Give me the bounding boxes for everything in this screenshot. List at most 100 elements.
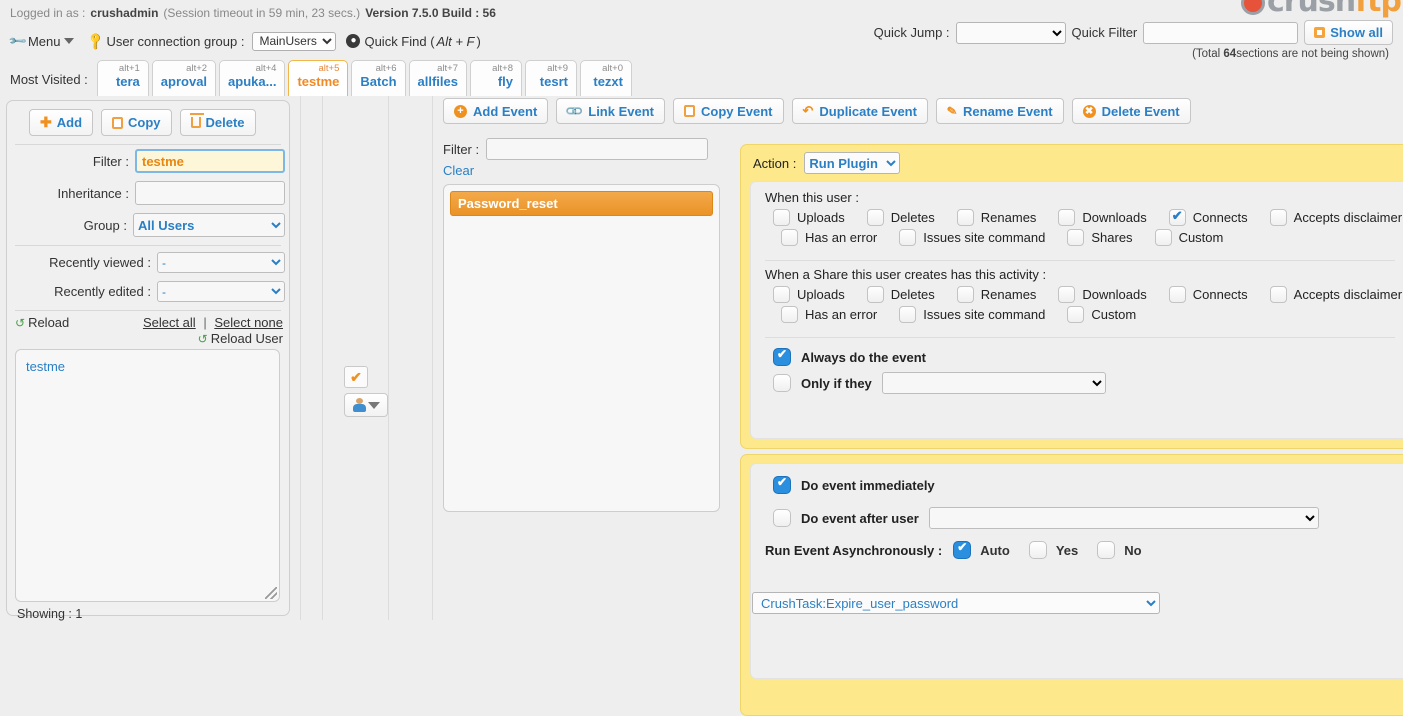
checkbox-box[interactable] (1154, 229, 1172, 246)
do-event-immediately-radio[interactable] (773, 475, 791, 494)
checkbox-issues-site-command[interactable]: Issues site command (899, 229, 1045, 246)
delete-event-button[interactable]: ✖ Delete Event (1071, 98, 1191, 124)
share-checkbox-deletes[interactable]: Deletes (866, 286, 935, 303)
list-item[interactable]: Password_reset (450, 191, 713, 216)
share-checkbox-connects[interactable]: Connects (1168, 286, 1248, 303)
checkbox-box[interactable] (866, 286, 884, 303)
checkbox-downloads[interactable]: Downloads (1058, 209, 1147, 226)
event-filter-input[interactable] (486, 138, 709, 160)
checkbox-shares[interactable]: Shares (1067, 229, 1133, 246)
share-checkbox-accepts-disclaimer[interactable]: Accepts disclaimer (1269, 286, 1402, 303)
checkbox-box[interactable] (899, 306, 917, 323)
crush-task-select[interactable]: CrushTask:Expire_user_password (752, 592, 1160, 614)
quick-find-close-paren: ) (476, 33, 481, 49)
event-list[interactable]: Password_reset (443, 184, 720, 512)
tab-batch[interactable]: alt+6 Batch (351, 60, 406, 96)
select-checkbox-button[interactable]: ✔ (344, 366, 368, 388)
quick-find[interactable]: ● Quick Find ( Alt + F ) (346, 33, 481, 49)
select-all-link[interactable]: Select all (143, 315, 196, 330)
do-event-after-user-radio[interactable] (773, 509, 791, 527)
user-list[interactable]: testme (15, 349, 280, 602)
recently-viewed-select[interactable]: - (157, 252, 285, 273)
rename-event-button[interactable]: ✎ Rename Event (935, 98, 1064, 124)
user-dropdown-button[interactable] (344, 393, 388, 417)
async-no-radio[interactable] (1097, 541, 1116, 559)
select-none-link[interactable]: Select none (214, 315, 283, 330)
recently-edited-select[interactable]: - (157, 281, 285, 302)
only-if-they-radio[interactable] (773, 374, 791, 392)
checkbox-box[interactable] (1058, 209, 1076, 226)
checkbox-box[interactable] (1067, 229, 1085, 246)
delete-button[interactable]: Delete (179, 109, 256, 136)
share-checkbox-has-error[interactable]: Has an error (781, 306, 877, 323)
tab-label: tezxt (593, 74, 623, 89)
checkbox-box[interactable] (956, 209, 974, 226)
checkbox-box[interactable] (866, 209, 884, 226)
quick-filter-input[interactable] (1143, 21, 1299, 44)
checkbox-box[interactable] (773, 209, 790, 226)
tab-testme[interactable]: alt+5 testme (288, 60, 349, 96)
action-select[interactable]: Run Plugin (804, 152, 901, 174)
reload-button[interactable]: ↺ Reload (15, 315, 69, 330)
checkbox-box[interactable] (781, 306, 798, 323)
checkbox-box[interactable] (1269, 286, 1287, 303)
group-select[interactable]: All Users (133, 213, 285, 237)
checkbox-custom[interactable]: Custom (1154, 229, 1223, 246)
link-event-button[interactable]: 🔗 Link Event (556, 98, 665, 124)
checkbox-deletes[interactable]: Deletes (866, 209, 935, 226)
checkbox-box[interactable] (1269, 209, 1287, 226)
recently-viewed-label: Recently viewed : (49, 255, 151, 270)
checkbox-uploads[interactable]: Uploads (773, 209, 845, 226)
tab-tera[interactable]: alt+1 tera (96, 60, 149, 96)
checkbox-box[interactable] (1058, 286, 1076, 303)
checkbox-accepts-disclaimer[interactable]: Accepts disclaimer (1269, 209, 1402, 226)
checkbox-box[interactable] (1168, 208, 1186, 226)
tab-aproval[interactable]: alt+2 aproval (151, 60, 217, 96)
resize-grip[interactable] (265, 587, 277, 599)
share-checkbox-downloads[interactable]: Downloads (1058, 286, 1147, 303)
share-checkbox-issues-site-command[interactable]: Issues site command (899, 306, 1045, 323)
checkbox-box[interactable] (899, 229, 917, 246)
do-event-after-user-select[interactable] (928, 507, 1319, 529)
async-auto-radio[interactable] (953, 540, 972, 559)
checkbox-box[interactable] (773, 286, 790, 303)
share-checkbox-renames[interactable]: Renames (956, 286, 1036, 303)
always-do-event-radio[interactable] (773, 347, 791, 366)
checkbox-connects[interactable]: Connects (1168, 208, 1248, 226)
checkbox-box[interactable] (956, 286, 974, 303)
duplicate-event-button[interactable]: ↶ Duplicate Event (791, 98, 928, 124)
reload-user-button[interactable]: ↺ Reload User (7, 330, 289, 346)
add-button[interactable]: ✚ Add (29, 109, 94, 136)
checkbox-box[interactable] (1168, 286, 1186, 303)
tab-apuka[interactable]: alt+4 apuka... (219, 60, 286, 96)
only-if-they-select[interactable] (881, 372, 1106, 394)
always-do-event-row[interactable]: Always do the event (751, 342, 1403, 366)
link-event-label: Link Event (588, 103, 654, 119)
user-filter-input[interactable] (135, 149, 285, 173)
list-item[interactable]: testme (26, 358, 269, 376)
checkbox-has-error[interactable]: Has an error (781, 229, 877, 246)
most-visited-bar: Most Visited : alt+1 tera alt+2 aproval … (10, 60, 632, 96)
copy-event-button[interactable]: Copy Event (673, 98, 784, 124)
tab-allfiles[interactable]: alt+7 allfiles (408, 60, 467, 96)
tab-tesrt[interactable]: alt+9 tesrt (524, 60, 577, 96)
share-checkbox-uploads[interactable]: Uploads (773, 286, 845, 303)
quick-jump-select[interactable] (955, 21, 1066, 44)
checkbox-renames[interactable]: Renames (956, 209, 1036, 226)
tab-fly[interactable]: alt+8 fly (469, 60, 522, 96)
connection-group-select[interactable]: MainUsers (252, 31, 337, 51)
tab-tezxt[interactable]: alt+0 tezxt (579, 60, 632, 96)
inheritance-input[interactable] (135, 181, 285, 205)
checkbox-box[interactable] (1067, 306, 1085, 323)
clear-filter-link[interactable]: Clear (443, 163, 723, 178)
async-yes-radio[interactable] (1028, 541, 1047, 559)
event-filter-panel: Filter : Clear Password_reset (443, 138, 723, 512)
show-all-button[interactable]: Show all (1304, 20, 1393, 45)
checkbox-box[interactable] (781, 229, 798, 246)
copy-button[interactable]: Copy (101, 109, 172, 136)
do-event-immediately-row[interactable]: Do event immediately (751, 464, 1403, 494)
share-checkbox-custom[interactable]: Custom (1067, 306, 1136, 323)
add-event-button[interactable]: + Add Event (443, 98, 549, 124)
menu-button[interactable]: 🔧 Menu (7, 31, 80, 51)
trash-icon (189, 113, 204, 128)
